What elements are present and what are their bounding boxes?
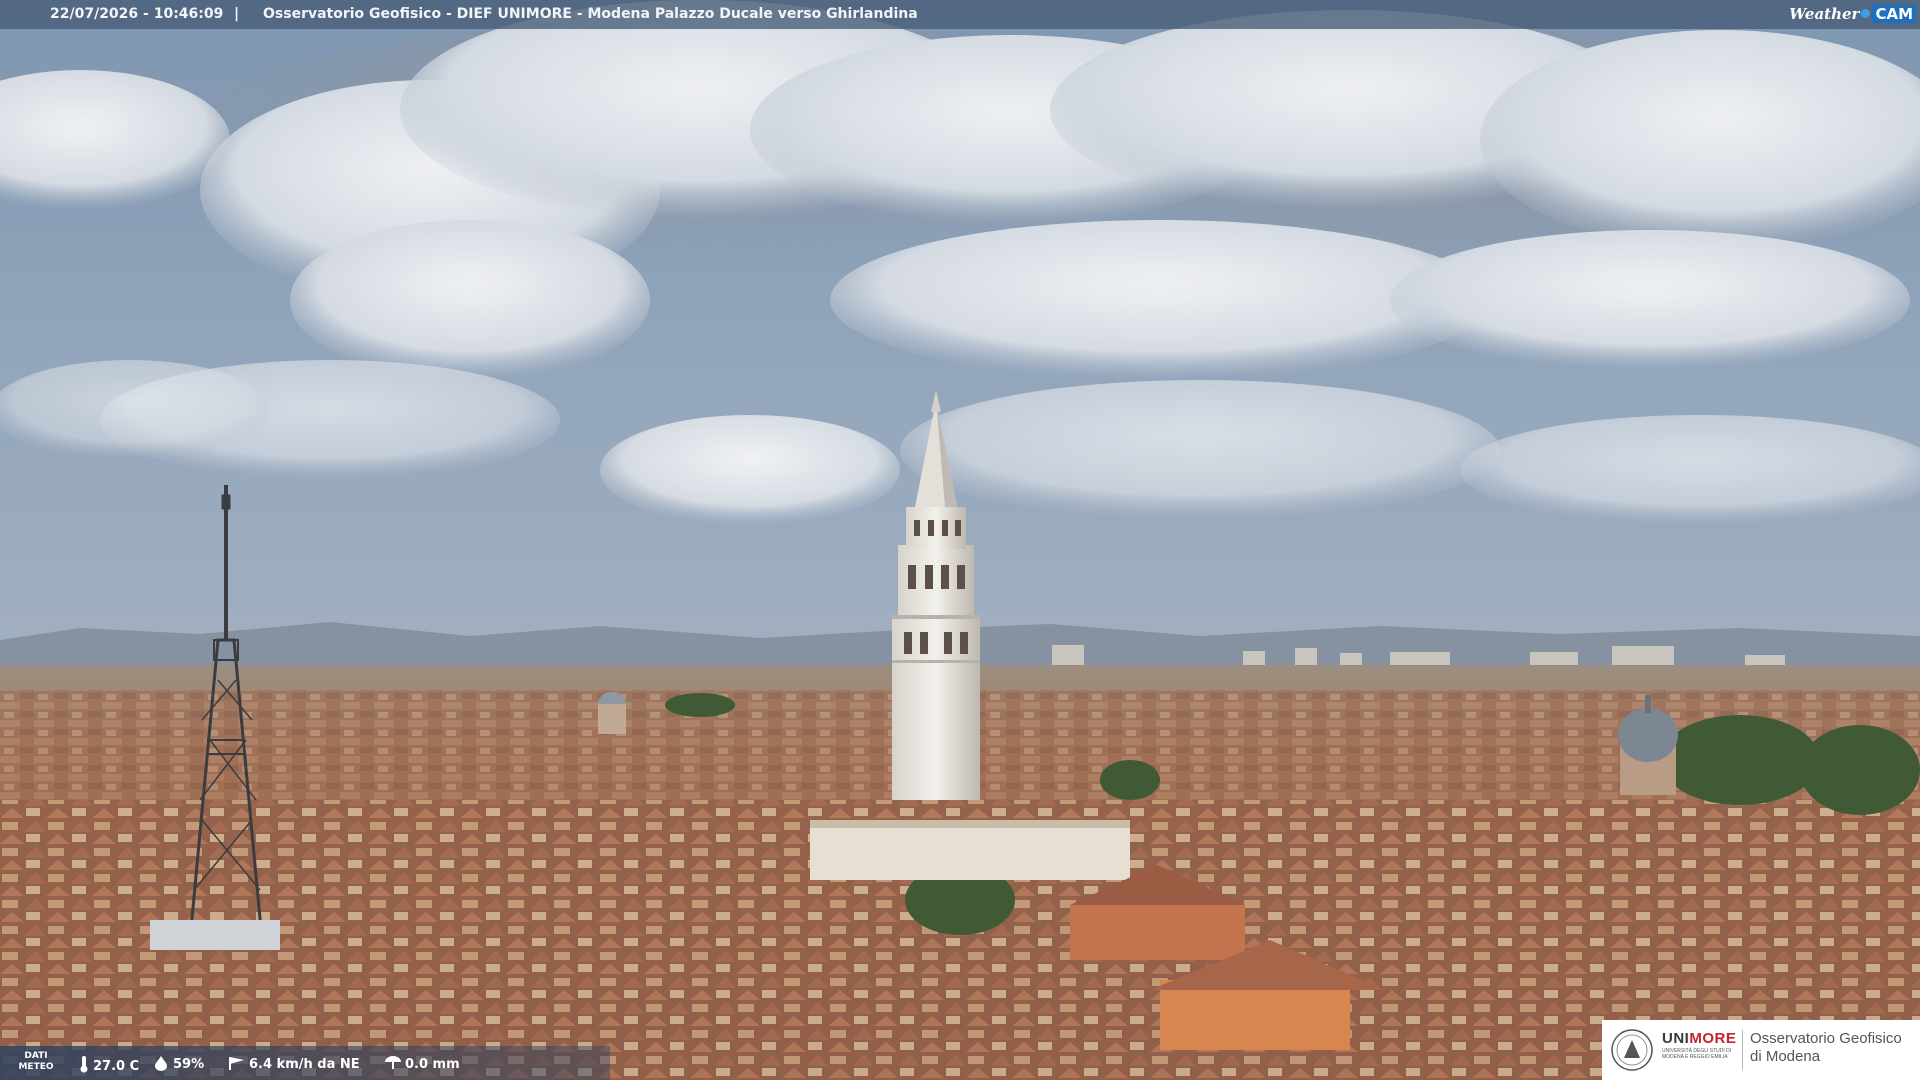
temperature-value: 27.0 C [93,1059,140,1074]
weathercam-weather-text: Weather [1789,5,1860,23]
rain-value: 0.0 mm [405,1057,460,1072]
header-separator: | [234,6,240,22]
humidity-icon [155,1056,167,1071]
meteo-label: DATI METEO [18,1051,54,1073]
rain-gauge-icon [385,1056,401,1069]
meteo-label-line2: METEO [18,1062,54,1072]
weathercam-dot-icon [1861,9,1871,18]
webcam-frame: 22/07/2026 - 10:46:09 | Osservatorio Geo… [0,0,1920,1080]
logo-divider [1742,1030,1743,1070]
palazzo-facade [810,820,1130,880]
humidity-value: 59% [173,1057,205,1072]
observatory-name-line2: di Modena [1750,1048,1821,1065]
top-info-bar: 22/07/2026 - 10:46:09 | Osservatorio Geo… [0,0,1920,29]
thermometer-icon [80,1056,88,1073]
wind-value: 6.4 km/h da NE [249,1057,360,1072]
humidity-reading: 59% [152,1055,205,1072]
wind-icon [229,1057,244,1070]
temperature-reading: 27.0 C [78,1055,140,1074]
observatory-logo: UNIMORE UNIVERSITÀ DEGLI STUDI DI MODENA… [1602,1020,1920,1080]
small-dome [598,692,626,734]
unimore-wordmark: UNIMORE [1662,1030,1736,1047]
observatory-name: Osservatorio Geofisico di Modena [1750,1030,1902,1066]
wind-reading: 6.4 km/h da NE [226,1055,360,1072]
weathercam-logo: Weather CAM [1789,3,1916,25]
rain-reading: 0.0 mm [384,1055,460,1072]
unimore-seal-icon [1611,1029,1653,1071]
weather-data-bar: DATI METEO 27.0 C 59% 6.4 km/h da NE 0.0… [0,1046,610,1080]
meteo-label-line1: DATI [24,1051,48,1061]
unimore-more: MORE [1689,1030,1737,1047]
weathercam-cam-text: CAM [1872,5,1916,23]
antenna-base [150,920,280,950]
datetime-label: 22/07/2026 - 10:46:09 [50,6,224,22]
observatory-name-line1: Osservatorio Geofisico [1750,1030,1902,1047]
webcam-image [0,0,1920,1080]
clouds [0,0,1920,525]
camera-title: Osservatorio Geofisico - DIEF UNIMORE - … [263,6,918,22]
unimore-subtitle: UNIVERSITÀ DEGLI STUDI DI MODENA E REGGI… [1662,1048,1732,1060]
unimore-uni: UNI [1662,1030,1690,1047]
